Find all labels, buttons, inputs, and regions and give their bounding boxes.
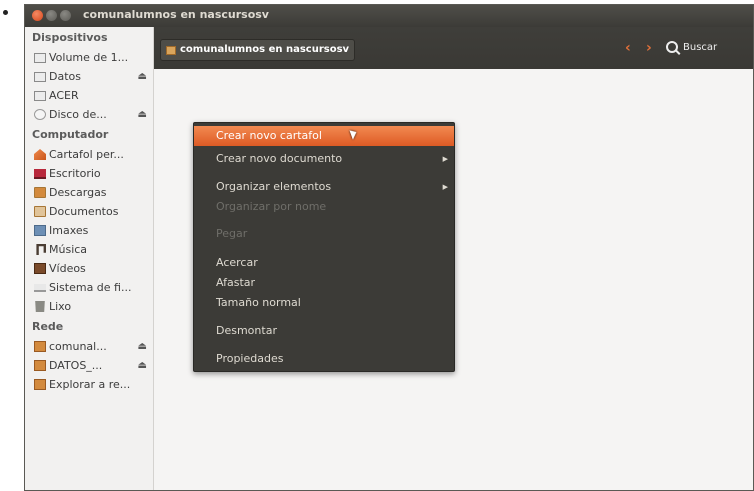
menu-item-unmount[interactable]: Desmontar (194, 321, 454, 341)
sidebar-item-volume[interactable]: Volume de 1... (25, 48, 153, 67)
menu-item-label: Afastar (216, 276, 256, 289)
menu-item-label: Crear novo cartafol (216, 129, 322, 142)
submenu-arrow-icon: ▶ (442, 155, 448, 163)
sidebar-item-label: Disco de... (49, 108, 107, 121)
videos-folder-icon (34, 263, 46, 274)
sidebar-item-datos[interactable]: Datos ⏏ (25, 67, 153, 86)
sidebar-item-label: Escritorio (49, 167, 101, 180)
sidebar-item-label: Imaxes (49, 224, 89, 237)
sidebar-item-music[interactable]: Música (25, 240, 153, 259)
list-bullet (3, 10, 8, 15)
network-share-icon (34, 341, 46, 352)
submenu-arrow-icon: ▶ (442, 183, 448, 191)
menu-item-zoom-in[interactable]: Acercar (194, 253, 454, 273)
menu-item-label: Acercar (216, 256, 258, 269)
forward-arrow-icon[interactable]: › (646, 40, 652, 56)
pictures-folder-icon (34, 225, 46, 236)
desktop-icon (34, 168, 46, 179)
menu-item-label: Desmontar (216, 324, 277, 337)
sidebar-item-label: Volume de 1... (49, 51, 129, 64)
menu-item-label: Propiedades (216, 352, 284, 365)
path-bar-button[interactable]: comunalumnos en nascursosv (160, 39, 356, 61)
sidebar-item-label: comunal... (49, 340, 107, 353)
network-share-icon (34, 379, 46, 390)
search-icon (666, 41, 678, 53)
menu-item-arrange-items[interactable]: Organizar elementos ▶ (194, 177, 454, 197)
menu-item-label: Organizar por nome (216, 200, 327, 213)
music-folder-icon (36, 244, 46, 255)
menu-item-label: Pegar (216, 227, 248, 240)
sidebar-item-pictures[interactable]: Imaxes (25, 221, 153, 240)
menu-item-normal-size[interactable]: Tamaño normal (194, 293, 454, 313)
title-bar[interactable]: comunalumnos en nascursosv (25, 5, 753, 27)
menu-item-label: Organizar elementos (216, 180, 332, 193)
sidebar-item-trash[interactable]: Lixo (25, 297, 153, 316)
sidebar-item-comunal[interactable]: comunal... ⏏ (25, 337, 153, 356)
search-label: Buscar (683, 41, 718, 53)
sidebar-item-label: Sistema de fi... (49, 281, 132, 294)
sidebar-heading-network: Rede (32, 320, 64, 333)
minimize-window-button[interactable] (46, 10, 57, 21)
downloads-folder-icon (34, 187, 46, 198)
close-window-button[interactable] (32, 10, 43, 21)
menu-item-zoom-out[interactable]: Afastar (194, 273, 454, 293)
home-folder-icon (34, 149, 46, 160)
menu-item-create-document[interactable]: Crear novo documento ▶ (194, 149, 454, 169)
sidebar-item-label: ACER (49, 89, 79, 102)
back-arrow-icon[interactable]: ‹ (625, 40, 631, 56)
menu-item-create-folder[interactable]: Crear novo cartafol (194, 126, 454, 146)
eject-icon[interactable]: ⏏ (138, 356, 147, 375)
sidebar-item-label: Música (49, 243, 88, 256)
sidebar-item-browse-network[interactable]: Explorar a re... (25, 375, 153, 394)
sidebar-item-disc[interactable]: Disco de... ⏏ (25, 105, 153, 124)
sidebar-heading-computer: Computador (32, 128, 109, 141)
menu-item-properties[interactable]: Propiedades (194, 349, 454, 369)
mouse-pointer-icon (349, 128, 359, 140)
network-share-icon (34, 360, 46, 371)
sidebar-item-videos[interactable]: Vídeos (25, 259, 153, 278)
sidebar-item-label: Datos (49, 70, 81, 83)
drive-icon (34, 71, 46, 82)
sidebar-item-label: Descargas (49, 186, 107, 199)
folder-icon (166, 45, 176, 55)
menu-item-sort-by-name: Organizar por nome (194, 197, 454, 217)
trash-icon (35, 301, 45, 312)
eject-icon[interactable]: ⏏ (138, 105, 147, 124)
context-menu: Crear novo cartafol Crear novo documento… (193, 122, 455, 372)
eject-icon[interactable]: ⏏ (138, 337, 147, 356)
sidebar-item-label: Cartafol per... (49, 148, 124, 161)
sidebar-item-acer[interactable]: ACER (25, 86, 153, 105)
sidebar-item-label: Vídeos (49, 262, 86, 275)
sidebar-item-home[interactable]: Cartafol per... (25, 145, 153, 164)
drive-icon (34, 90, 46, 101)
toolbar: comunalumnos en nascursosv ‹ › Buscar (154, 27, 753, 69)
disc-icon (34, 109, 46, 120)
places-sidebar: Dispositivos Volume de 1... Datos ⏏ ACER… (25, 27, 154, 490)
menu-item-label: Crear novo documento (216, 152, 343, 165)
sidebar-item-label: Documentos (49, 205, 119, 218)
sidebar-item-label: Lixo (49, 300, 72, 313)
menu-item-paste: Pegar (194, 224, 454, 244)
sidebar-item-documents[interactable]: Documentos (25, 202, 153, 221)
search-button[interactable]: Buscar (666, 41, 717, 53)
path-bar-label: comunalumnos en nascursosv (180, 44, 350, 55)
maximize-window-button[interactable] (60, 10, 71, 21)
window-title: comunalumnos en nascursosv (83, 8, 269, 21)
menu-item-label: Tamaño normal (216, 296, 301, 309)
sidebar-item-filesystem[interactable]: Sistema de fi... (25, 278, 153, 297)
sidebar-item-datos-share[interactable]: DATOS_... ⏏ (25, 356, 153, 375)
drive-icon (34, 52, 46, 63)
sidebar-item-label: DATOS_... (49, 359, 103, 372)
sidebar-item-downloads[interactable]: Descargas (25, 183, 153, 202)
sidebar-item-desktop[interactable]: Escritorio (25, 164, 153, 183)
documents-folder-icon (34, 206, 46, 217)
sidebar-item-label: Explorar a re... (49, 378, 131, 391)
eject-icon[interactable]: ⏏ (138, 67, 147, 86)
sidebar-heading-devices: Dispositivos (32, 31, 108, 44)
filesystem-icon (34, 283, 46, 292)
